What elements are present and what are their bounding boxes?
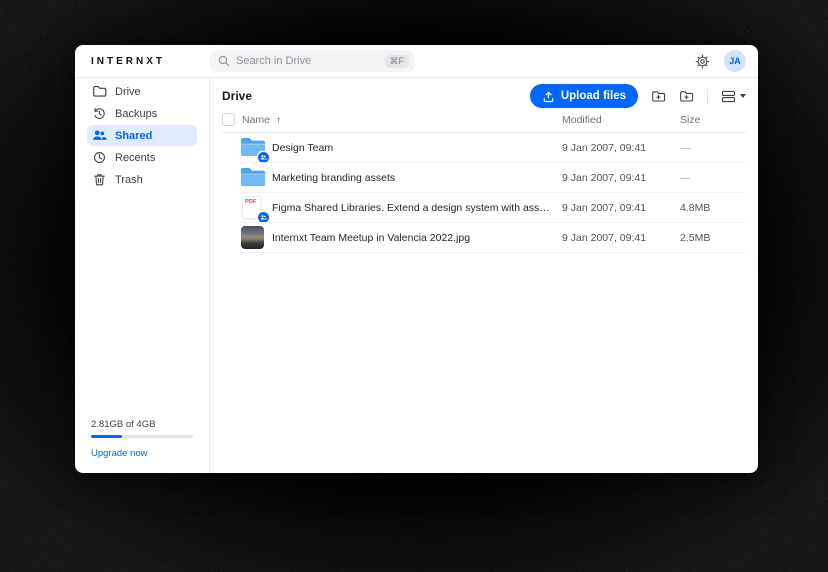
clock-icon [92,150,107,165]
item-modified: 9 Jan 2007, 09:41 [562,232,646,244]
column-header-name[interactable]: Name ↑ [242,114,281,126]
view-mode-button[interactable] [721,90,746,103]
photo-thumbnail-icon [241,226,264,249]
storage-meter: 2.81GB of 4GB Upgrade now [91,419,193,461]
folder-icon [92,84,107,99]
sort-asc-icon: ↑ [276,115,281,126]
top-header: INTERNXT ⌘F [75,45,758,78]
search-icon [218,55,230,67]
main-topbar: Drive Upload files [210,78,758,108]
sidebar-item-label: Shared [115,130,152,142]
folder-plus-icon [679,89,694,104]
item-size: 2.5MB [680,232,710,244]
upload-files-label: Upload files [561,90,626,102]
item-modified: 9 Jan 2007, 09:41 [562,202,646,214]
column-header-size[interactable]: Size [680,114,700,126]
people-icon [92,128,107,143]
table-header: Name ↑ Modified Size [210,108,758,133]
chevron-down-icon [740,94,746,98]
storage-progress-fill [91,435,122,438]
table-row[interactable]: Marketing branding assets 9 Jan 2007, 09… [210,163,758,193]
folder-shared-icon [240,136,266,160]
table-row[interactable]: PDF Figma Shared Libraries. Extend a des… [210,193,758,223]
sidebar-item-trash[interactable]: Trash [87,169,197,190]
item-name[interactable]: Marketing branding assets [272,172,395,184]
search-shortcut-badge: ⌘F [385,55,410,68]
sidebar: Drive Backups Shared Recents [75,78,210,473]
backup-clock-icon [92,106,107,121]
user-avatar[interactable]: JA [724,50,746,72]
search-bar[interactable]: ⌘F [210,50,415,72]
item-size: 4.8MB [680,202,710,214]
select-all-checkbox[interactable] [222,113,235,126]
sidebar-item-backups[interactable]: Backups [87,103,197,124]
row-divider [240,252,746,253]
column-name-label: Name [242,114,270,126]
item-name[interactable]: Design Team [272,142,333,154]
create-folder-button[interactable] [651,89,666,104]
folder-icon [240,166,266,190]
sidebar-item-label: Drive [115,86,141,98]
sidebar-item-label: Backups [115,108,157,120]
list-rows-icon [721,90,736,103]
pdf-file-shared-icon: PDF [240,196,266,220]
trash-icon [92,172,107,187]
table-row[interactable]: Design Team 9 Jan 2007, 09:41 — [210,133,758,163]
search-input[interactable] [230,55,385,67]
breadcrumb[interactable]: Drive [222,89,252,103]
item-modified: 9 Jan 2007, 09:41 [562,172,646,184]
upload-folder-button[interactable] [679,89,694,104]
settings-button[interactable] [695,54,710,69]
sidebar-item-label: Recents [115,152,155,164]
image-thumbnail [240,226,266,250]
item-modified: 9 Jan 2007, 09:41 [562,142,646,154]
storage-usage-text: 2.81GB of 4GB [91,419,193,430]
upgrade-link[interactable]: Upgrade now [91,448,148,459]
folder-plus-icon [651,89,666,104]
item-name[interactable]: Figma Shared Libraries. Extend a design … [272,202,554,214]
item-size: — [680,172,691,184]
item-name[interactable]: Internxt Team Meetup in Valencia 2022.jp… [272,232,470,244]
main-panel: Drive Upload files [210,78,758,473]
internxt-logo: INTERNXT [75,56,210,67]
gear-icon [695,54,710,69]
storage-progress-bar [91,435,193,438]
table-row[interactable]: Internxt Team Meetup in Valencia 2022.jp… [210,223,758,253]
sidebar-item-label: Trash [115,174,143,186]
sidebar-item-drive[interactable]: Drive [87,81,197,102]
app-window: INTERNXT ⌘F [75,45,758,473]
item-size: — [680,142,691,154]
toolbar-divider [707,89,708,104]
upload-files-button[interactable]: Upload files [530,84,638,108]
tray-arrow-up-icon [542,90,555,103]
column-header-modified[interactable]: Modified [562,114,602,126]
sidebar-item-recents[interactable]: Recents [87,147,197,168]
sidebar-item-shared[interactable]: Shared [87,125,197,146]
